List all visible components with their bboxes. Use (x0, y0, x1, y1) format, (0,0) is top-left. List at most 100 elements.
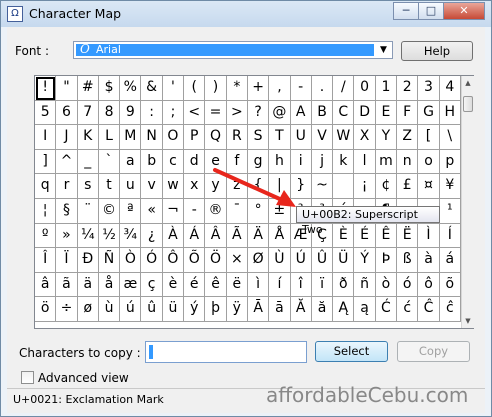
character-cell[interactable]: r (56, 174, 78, 199)
character-cell[interactable]: ñ (354, 272, 376, 298)
character-cell[interactable]: 1 (375, 76, 398, 101)
character-cell[interactable]: b (141, 149, 163, 175)
character-cell[interactable]: % (120, 76, 142, 101)
title-bar[interactable]: Ω Character Map ─ □ ✕ (1, 1, 491, 27)
character-cell[interactable]: × (226, 248, 248, 273)
characters-to-copy-input[interactable] (145, 341, 307, 363)
maximize-button[interactable]: □ (418, 2, 444, 20)
character-cell[interactable]: ù (98, 297, 121, 322)
character-cell[interactable]: î (290, 272, 312, 298)
font-dropdown[interactable]: O Arial ▼ (73, 41, 393, 59)
character-cell[interactable]: 7 (77, 100, 99, 126)
character-cell[interactable]: » (56, 223, 78, 249)
character-cell[interactable]: Y (375, 125, 398, 150)
character-cell[interactable]: Û (311, 248, 334, 273)
character-cell[interactable]: X (354, 125, 376, 150)
character-cell[interactable]: ü (162, 297, 185, 322)
character-cell[interactable]: Í (439, 223, 461, 249)
character-cell[interactable]: § (56, 198, 78, 224)
character-cell[interactable]: Ä (247, 223, 270, 249)
character-cell[interactable]: þ (205, 297, 227, 322)
character-cell[interactable]: n (397, 149, 419, 175)
vertical-scrollbar[interactable]: ▲ ▼ (461, 76, 474, 328)
character-cell[interactable]: ¥ (439, 174, 461, 199)
character-cell[interactable]: ¤ (418, 174, 440, 199)
character-cell[interactable]: ú (120, 297, 142, 322)
character-cell[interactable]: ì (247, 272, 270, 298)
character-cell[interactable]: K (77, 125, 99, 150)
character-cell[interactable]: C (333, 100, 355, 126)
character-cell[interactable]: Õ (184, 248, 206, 273)
character-cell[interactable]: z (226, 174, 248, 199)
character-cell[interactable]: [ (418, 125, 440, 150)
character-cell[interactable]: ¿ (141, 223, 163, 249)
character-cell[interactable]: ½ (98, 223, 121, 249)
character-cell[interactable]: - (184, 198, 206, 224)
scroll-thumb[interactable] (463, 96, 473, 112)
character-cell[interactable]: ä (77, 272, 99, 298)
character-cell[interactable]: B (311, 100, 334, 126)
help-button[interactable]: Help (401, 41, 473, 61)
character-cell[interactable]: ( (184, 76, 206, 101)
character-grid[interactable]: ! " # $% & '() * +, -./0 1 2 3 4 5 6 7 8 9:; < = >? @ A B C D E F G H… (34, 75, 474, 329)
character-cell[interactable]: # (77, 76, 99, 101)
character-cell[interactable]: Ö (205, 248, 227, 273)
character-cell[interactable]: Ą (333, 297, 355, 322)
character-cell[interactable]: Â (205, 223, 227, 249)
character-cell[interactable]: w (162, 174, 185, 199)
character-cell[interactable]: Þ (375, 248, 398, 273)
character-cell[interactable]: º (35, 223, 57, 249)
character-cell[interactable]: k (333, 149, 355, 175)
character-cell[interactable]: â (35, 272, 57, 298)
character-cell[interactable]: Ý (354, 248, 376, 273)
character-cell[interactable]: J (56, 125, 78, 150)
character-cell[interactable]: @ (269, 100, 291, 126)
character-cell[interactable]: + (247, 76, 270, 101)
character-cell[interactable]: o (418, 149, 440, 175)
character-cell[interactable]: ß (397, 248, 419, 273)
character-cell[interactable]: û (141, 297, 163, 322)
character-cell[interactable]: U (290, 125, 312, 150)
character-cell[interactable]: á (439, 248, 461, 273)
character-cell[interactable]: Î (35, 248, 57, 273)
character-cell[interactable]: ¢ (375, 174, 398, 199)
character-cell[interactable]: O (162, 125, 185, 150)
character-cell[interactable]: , (269, 76, 291, 101)
character-cell[interactable]: ® (205, 198, 227, 224)
character-cell[interactable]: = (205, 100, 227, 126)
character-cell[interactable]: L (98, 125, 121, 150)
character-cell[interactable]: ÿ (226, 297, 248, 322)
character-cell[interactable]: m (375, 149, 398, 175)
character-cell[interactable]: Z (397, 125, 419, 150)
character-cell[interactable]: ` (98, 149, 121, 175)
character-cell[interactable]: ó (397, 272, 419, 298)
character-cell[interactable]: Ĉ (418, 297, 440, 322)
character-cell[interactable]: < (184, 100, 206, 126)
character-cell[interactable]: Ï (56, 248, 78, 273)
character-cell[interactable]: l (354, 149, 376, 175)
character-cell[interactable]: à (418, 248, 440, 273)
scroll-up-icon[interactable]: ▲ (462, 76, 474, 90)
character-cell[interactable]: q (35, 174, 57, 199)
character-cell[interactable]: Å (269, 223, 291, 249)
character-cell[interactable]: " (56, 76, 78, 101)
select-button[interactable]: Select (315, 341, 388, 362)
character-cell[interactable]: ã (56, 272, 78, 298)
character-cell[interactable]: ] (35, 149, 57, 175)
character-cell[interactable]: ¡ (354, 174, 376, 199)
character-cell[interactable]: õ (439, 272, 461, 298)
character-cell[interactable]: x (184, 174, 206, 199)
character-cell[interactable]: > (226, 100, 248, 126)
character-cell[interactable]: Ì (418, 223, 440, 249)
character-cell[interactable]: £ (397, 174, 419, 199)
character-cell[interactable]: ± (269, 198, 291, 224)
close-button[interactable]: ✕ (443, 2, 485, 20)
character-cell[interactable]: V (311, 125, 334, 150)
character-cell[interactable]: È (333, 223, 355, 249)
character-cell[interactable]: ê (205, 272, 227, 298)
character-cell[interactable]: ^ (56, 149, 78, 175)
character-cell[interactable]: W (333, 125, 355, 150)
character-cell[interactable]: © (98, 198, 121, 224)
character-cell[interactable]: ! (35, 76, 57, 101)
character-cell[interactable]: Ñ (98, 248, 121, 273)
